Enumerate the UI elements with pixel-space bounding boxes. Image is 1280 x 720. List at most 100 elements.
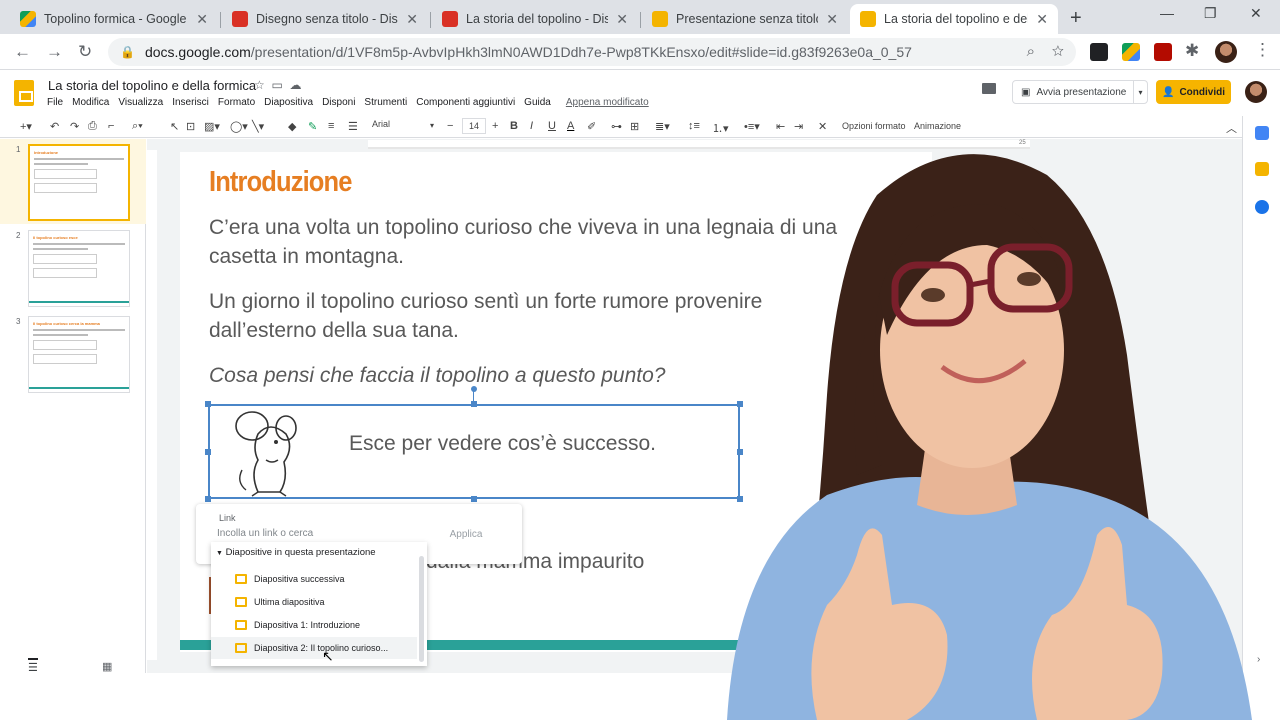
- align-icon[interactable]: ≣▾: [655, 120, 670, 133]
- highlight-icon[interactable]: ✐: [587, 120, 596, 133]
- bold-icon[interactable]: B: [510, 120, 518, 132]
- dropdown-scrollbar[interactable]: [419, 556, 424, 662]
- share-button[interactable]: 👤 Condividi: [1156, 80, 1231, 104]
- minimize-icon[interactable]: —: [1160, 5, 1174, 21]
- slides-logo-icon[interactable]: [14, 80, 34, 106]
- last-edit-link[interactable]: Appena modificato: [566, 97, 649, 108]
- textbox-icon[interactable]: ⊡: [186, 120, 195, 133]
- back-icon[interactable]: ←: [14, 42, 31, 62]
- comment-icon[interactable]: [982, 83, 996, 94]
- browser-menu-icon[interactable]: ⋮: [1254, 40, 1271, 60]
- chevron-down-icon[interactable]: ▾: [430, 121, 434, 130]
- indent-decrease-icon[interactable]: ⇤: [776, 120, 785, 133]
- undo-icon[interactable]: ↶: [50, 120, 59, 133]
- extension-icon[interactable]: [1090, 43, 1108, 61]
- menu-modifica[interactable]: Modifica: [72, 97, 109, 108]
- print-icon[interactable]: ⎙: [88, 120, 97, 133]
- browser-tab-4[interactable]: Presentazione senza titolo ✕: [642, 4, 848, 34]
- decrease-size-icon[interactable]: −: [447, 120, 453, 132]
- drive-extension-icon[interactable]: [1122, 43, 1140, 61]
- shape-icon[interactable]: ◯▾: [230, 120, 248, 133]
- line-spacing-icon[interactable]: ↕≡: [688, 120, 700, 132]
- menu-inserisci[interactable]: Inserisci: [172, 97, 209, 108]
- star-icon[interactable]: ☆: [1052, 43, 1064, 60]
- increase-size-icon[interactable]: +: [492, 120, 498, 132]
- option-1-text[interactable]: Esce per vedere cos’è successo.: [349, 432, 656, 456]
- apply-button[interactable]: Applica: [436, 523, 496, 545]
- font-select[interactable]: Arial: [372, 119, 438, 129]
- select-icon[interactable]: ↖: [170, 120, 179, 133]
- border-color-icon[interactable]: ✎: [308, 120, 317, 133]
- resize-handle[interactable]: [205, 496, 211, 502]
- url-field[interactable]: 🔒 docs.google.com/presentation/d/1VF8m5p…: [108, 38, 1076, 66]
- new-tab-icon[interactable]: +: [1070, 7, 1082, 30]
- profile-avatar[interactable]: [1215, 41, 1237, 63]
- link-icon[interactable]: ⊶: [611, 120, 622, 133]
- slides-section-header[interactable]: ▼ Diapositive in questa presentazione: [216, 547, 376, 558]
- redo-icon[interactable]: ↷: [70, 120, 79, 133]
- border-dash-icon[interactable]: ☰: [348, 120, 358, 133]
- browser-tab-2[interactable]: Disegno senza titolo - Dise ✕: [222, 4, 428, 34]
- link-option-next-slide[interactable]: Diapositiva successiva: [211, 568, 417, 590]
- close-icon[interactable]: ✕: [826, 11, 838, 28]
- chevron-down-icon[interactable]: ▾: [1133, 81, 1147, 103]
- text-color-icon[interactable]: A: [567, 120, 574, 132]
- menu-componenti[interactable]: Componenti aggiuntivi: [416, 97, 515, 108]
- menu-formato[interactable]: Formato: [218, 97, 255, 108]
- font-size-input[interactable]: 14: [462, 118, 486, 134]
- numbered-list-icon[interactable]: ⒈▾: [712, 120, 729, 136]
- zoom-icon[interactable]: ⌕▾: [132, 120, 143, 133]
- menu-disponi[interactable]: Disponi: [322, 97, 355, 108]
- menu-file[interactable]: File: [47, 97, 63, 108]
- slide-thumbnail-2[interactable]: Il topolino curioso esce: [28, 230, 130, 307]
- bullet-list-icon[interactable]: •≡▾: [744, 120, 760, 133]
- pdf-extension-icon[interactable]: [1154, 43, 1172, 61]
- close-icon[interactable]: ✕: [616, 11, 628, 28]
- resize-handle[interactable]: [471, 401, 477, 407]
- resize-handle[interactable]: [471, 496, 477, 502]
- resize-handle[interactable]: [205, 449, 211, 455]
- line-icon[interactable]: ╲▾: [252, 120, 264, 133]
- browser-tab-1[interactable]: Topolino formica - Google ✕: [10, 4, 218, 34]
- comment-add-icon[interactable]: ⊞: [630, 120, 639, 133]
- rotate-handle[interactable]: [471, 386, 477, 392]
- close-icon[interactable]: ✕: [196, 11, 208, 28]
- browser-tab-3[interactable]: La storia del topolino - Dis ✕: [432, 4, 638, 34]
- folder-icon[interactable]: ▭: [271, 78, 282, 92]
- image-icon[interactable]: ▨▾: [204, 120, 220, 133]
- star-icon[interactable]: ☆: [254, 78, 265, 92]
- menu-visualizza[interactable]: Visualizza: [118, 97, 163, 108]
- fill-color-icon[interactable]: ◆: [288, 120, 296, 133]
- link-option-slide-2[interactable]: Diapositiva 2: Il topolino curioso...: [211, 637, 417, 659]
- filmstrip-view-icon[interactable]: ☰: [28, 658, 38, 674]
- menu-diapositiva[interactable]: Diapositiva: [264, 97, 313, 108]
- paint-format-icon[interactable]: ⌐: [108, 120, 114, 132]
- zoom-icon[interactable]: ⌕: [1027, 43, 1035, 60]
- link-option-slide-1[interactable]: Diapositiva 1: Introduzione: [211, 614, 417, 636]
- slide-title[interactable]: Introduzione: [209, 166, 352, 199]
- browser-tab-5-active[interactable]: La storia del topolino e dell ✕: [850, 4, 1058, 34]
- link-option-last-slide[interactable]: Ultima diapositiva: [211, 591, 417, 613]
- chevron-up-icon[interactable]: ︿: [1226, 120, 1237, 136]
- animation-button[interactable]: Animazione: [914, 121, 961, 131]
- account-avatar[interactable]: [1245, 81, 1267, 103]
- restore-icon[interactable]: ❐: [1204, 5, 1217, 22]
- extensions-puzzle-icon[interactable]: ✱: [1185, 41, 1199, 61]
- border-weight-icon[interactable]: ≡: [328, 120, 334, 132]
- indent-increase-icon[interactable]: ⇥: [794, 120, 803, 133]
- new-slide-icon[interactable]: +▾: [20, 120, 32, 133]
- format-options-button[interactable]: Opzioni formato: [842, 121, 906, 131]
- close-icon[interactable]: ✕: [1036, 11, 1048, 28]
- menu-strumenti[interactable]: Strumenti: [364, 97, 407, 108]
- underline-icon[interactable]: U: [548, 120, 556, 132]
- italic-icon[interactable]: I: [530, 120, 533, 132]
- close-icon[interactable]: ✕: [406, 11, 418, 28]
- grid-view-icon[interactable]: ▦: [102, 660, 112, 673]
- slide-thumbnail-1[interactable]: Introduzione: [28, 144, 130, 221]
- menu-guida[interactable]: Guida: [524, 97, 551, 108]
- present-button[interactable]: ▣ Avvia presentazione ▾: [1012, 80, 1148, 104]
- slide-thumbnail-3[interactable]: Il topolino curioso cerca la mamma: [28, 316, 130, 393]
- window-close-icon[interactable]: ✕: [1250, 5, 1262, 22]
- clear-format-icon[interactable]: ✕: [818, 120, 827, 133]
- doc-title[interactable]: La storia del topolino e della formica: [48, 78, 256, 93]
